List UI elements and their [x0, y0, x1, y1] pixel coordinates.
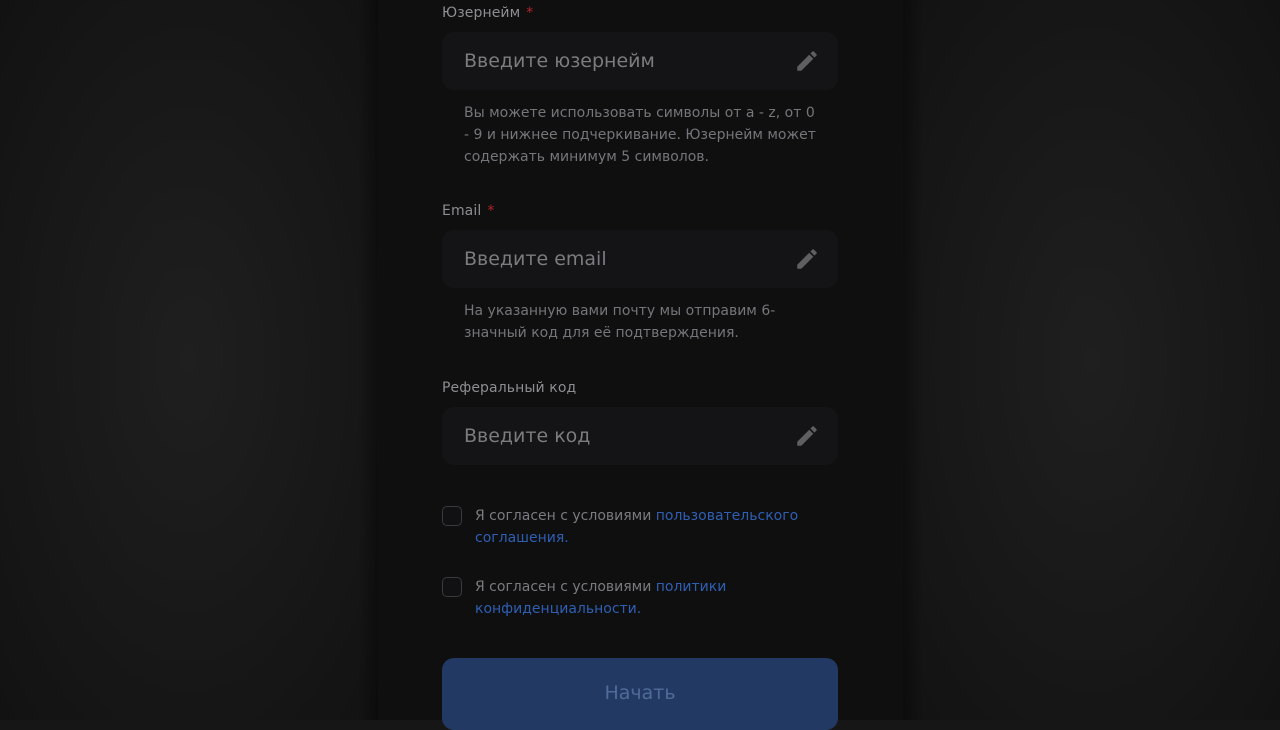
blurred-background-left	[0, 0, 378, 720]
email-hint: На указанную вами почту мы отправим 6-зн…	[464, 303, 776, 341]
username-input[interactable]: Введите юзернейм	[442, 32, 838, 90]
username-placeholder: Введите юзернейм	[464, 50, 655, 72]
username-hint: Вы можете использовать символы от a - z,…	[464, 105, 816, 165]
email-input[interactable]: Введите email	[442, 230, 838, 288]
privacy-checkbox[interactable]	[442, 577, 462, 597]
start-button[interactable]: Начать	[442, 658, 838, 730]
pencil-icon[interactable]	[792, 244, 822, 274]
pencil-icon[interactable]	[792, 46, 822, 76]
required-mark: *	[487, 203, 495, 219]
privacy-text: Я согласен с условиями политики конфиден…	[475, 579, 727, 617]
terms-text: Я согласен с условиями пользовательского…	[475, 508, 799, 546]
username-label: Юзернейм *	[442, 5, 534, 21]
referral-placeholder: Введите код	[464, 425, 591, 447]
registration-form: Юзернейм * Введите юзернейм Вы можете исп…	[378, 0, 903, 730]
start-button-label: Начать	[604, 682, 676, 704]
email-placeholder: Введите email	[464, 248, 607, 270]
referral-label: Реферальный код	[442, 380, 577, 396]
email-label: Email *	[442, 203, 495, 219]
blurred-background-right	[903, 0, 1280, 720]
terms-checkbox[interactable]	[442, 506, 462, 526]
pencil-icon[interactable]	[792, 421, 822, 451]
referral-input[interactable]: Введите код	[442, 407, 838, 465]
required-mark: *	[526, 5, 534, 21]
